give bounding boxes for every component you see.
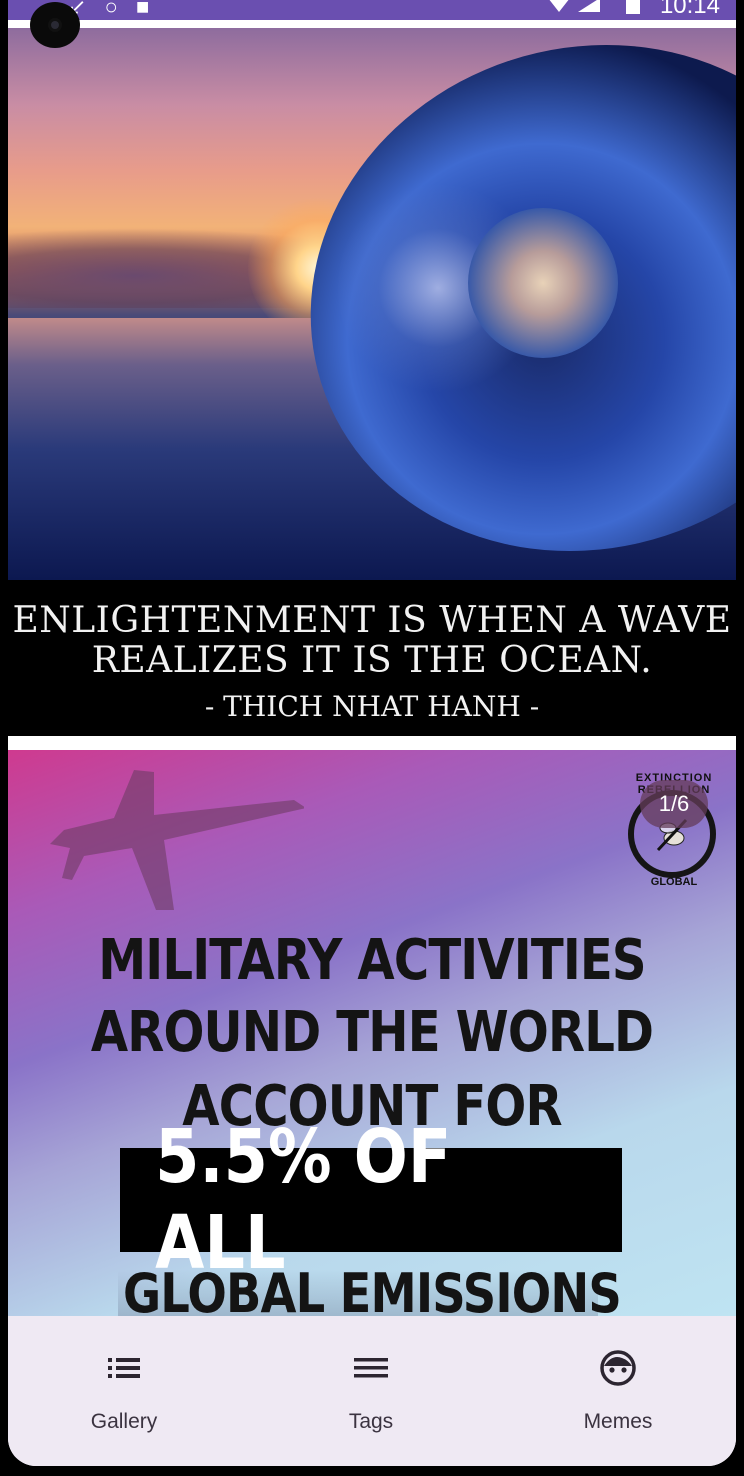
status-time: 10:14 [659,0,720,19]
quote-caption: ENLIGHTENMENT IS WHEN A WAVE REALIZES IT… [8,580,736,736]
front-camera-cutout [30,2,80,48]
badge-text-bottom: GLOBAL [650,876,698,888]
headline-line-1: MILITARY ACTIVITIES [98,928,646,993]
quote-line-2: REALIZES IT IS THE OCEAN. [91,640,653,681]
headline-line-4: GLOBAL EMISSIONS [123,1262,622,1322]
status-bar: ↙ ○ ■ 10:14 [8,0,736,20]
signal-icon [578,0,600,12]
fighter-jet-image [50,770,304,910]
wave-image [8,28,736,580]
battery-icon [626,0,640,14]
headline-line-2: AROUND THE WORLD [90,1000,654,1065]
wifi-icon [548,0,570,12]
status-left-icons: ↙ ○ ■ [68,0,156,19]
nav-label-memes: Memes [583,1410,653,1433]
nav-label-tags: Tags [348,1410,394,1433]
app-screen: ↙ ○ ■ 10:14 ENLIGHTENMENT IS WHEN A WAVE… [8,0,736,1466]
nav-item-gallery[interactable]: Gallery [24,1316,224,1466]
meme-post[interactable]: ENLIGHTENMENT IS WHEN A WAVE REALIZES IT… [8,28,736,736]
page-counter-badge: 1/6 [640,780,708,828]
highlight-box: 5.5% OF ALL [120,1114,622,1286]
nav-item-tags[interactable]: Tags [271,1316,471,1466]
face-icon [600,1350,636,1386]
list-icon [108,1358,140,1378]
quote-attribution: - THICH NHAT HANH - [204,690,540,723]
meme-post[interactable]: EXTINCTION REBELLION GLOBAL 1/6 MILITARY… [8,750,736,1322]
nav-label-gallery: Gallery [90,1410,158,1433]
bottom-navigation: Gallery Tags Memes [8,1316,736,1466]
quote-line-1: ENLIGHTENMENT IS WHEN A WAVE [12,600,732,641]
meme-feed[interactable]: ENLIGHTENMENT IS WHEN A WAVE REALIZES IT… [8,28,736,1322]
post-divider [8,736,736,750]
menu-icon [354,1358,388,1378]
highlight-text: 5.5% OF ALL [155,1114,452,1286]
nav-item-memes[interactable]: Memes [518,1316,718,1466]
